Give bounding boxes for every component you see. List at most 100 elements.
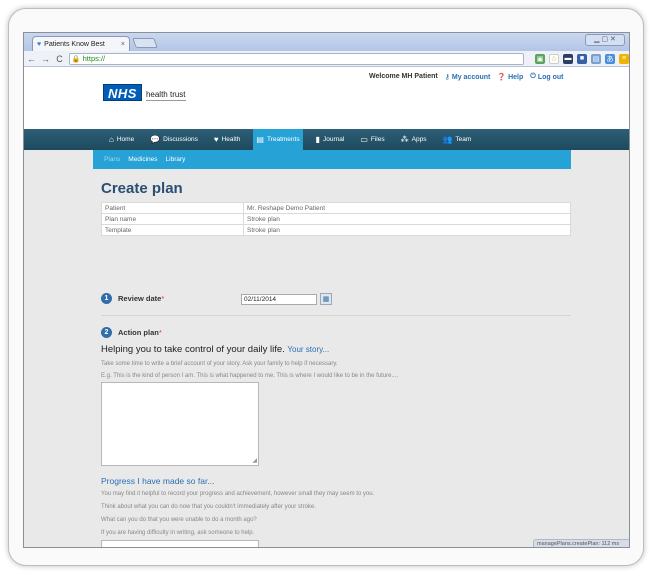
menu-wrench-icon[interactable]: ≡: [619, 53, 629, 64]
nav-label: Treatments: [266, 136, 300, 143]
help-heading-text: Helping you to take control of your dail…: [101, 344, 285, 355]
log-out-label: Log out: [537, 73, 564, 81]
your-story-textarea[interactable]: ◢: [101, 382, 259, 466]
tab-strip: ♥ Patients Know Best × ▁ ▢ ✕: [24, 33, 629, 51]
lock-icon: 🔒: [71, 55, 81, 63]
nav-discussions[interactable]: 💬 Discussions: [147, 129, 201, 150]
subnav-library[interactable]: Library: [166, 156, 186, 163]
chat-extension-icon[interactable]: ▬: [563, 53, 573, 64]
progress-heading[interactable]: Progress I have made so far...: [101, 476, 214, 486]
row-label: Template: [101, 224, 244, 236]
sub-nav: Plans Medicines Library: [93, 150, 571, 169]
nav-label: Health: [221, 136, 241, 143]
action-plan-step: 2 Action plan*: [101, 327, 162, 338]
nav-label: Files: [370, 136, 385, 143]
review-date-text: Review date: [118, 294, 162, 303]
nav-treatments[interactable]: ▤ Treatments: [253, 129, 303, 150]
main-nav: ⌂ Home 💬 Discussions ♥ Health ▤ Treatmen…: [24, 129, 629, 150]
help-icon: ❓: [497, 74, 507, 81]
nhs-logo-mark: NHS: [103, 84, 142, 101]
star-icon[interactable]: ☆: [549, 53, 559, 64]
row-value: Stroke plan: [243, 224, 571, 236]
extension-green-icon[interactable]: ▣: [535, 53, 545, 64]
section-divider: [101, 315, 571, 316]
nav-files[interactable]: ▭ Files: [357, 129, 387, 150]
help-link[interactable]: ❓ Help: [497, 73, 524, 82]
subnav-plans[interactable]: Plans: [104, 156, 120, 163]
logo-subtitle: health trust: [145, 84, 186, 101]
welcome-text: Welcome MH Patient: [369, 73, 438, 80]
browser-toolbar: ← → C 🔒 https:// ▣ ☆ ▬ ■ ▤ あ ≡: [24, 51, 629, 67]
nav-home[interactable]: ⌂ Home: [106, 129, 137, 150]
extension-icons: ▣ ☆ ▬ ■ ▤ あ ≡: [535, 53, 629, 64]
resize-handle-icon[interactable]: ◢: [252, 457, 257, 464]
apps-icon: ⁂: [400, 135, 409, 144]
row-label: Plan name: [101, 213, 244, 225]
story-instructions: Take some time to write a brief account …: [101, 361, 338, 367]
heart-icon: ♥: [213, 135, 219, 144]
progress-textarea[interactable]: [101, 540, 259, 547]
extension-blue-icon[interactable]: ■: [577, 53, 587, 64]
required-marker: *: [161, 294, 165, 303]
status-bar: managePlans.createPlan: 112 ms: [533, 539, 629, 547]
action-plan-text: Action plan: [118, 328, 159, 337]
step-number-badge: 1: [101, 293, 112, 304]
user-bar: Welcome MH Patient ⚷ My account ❓ Help ⏻…: [369, 73, 563, 81]
subnav-medicines[interactable]: Medicines: [128, 156, 157, 163]
progress-instructions: If you are having difficulty in writing,…: [101, 530, 255, 536]
nav-health[interactable]: ♥ Health: [211, 129, 244, 150]
review-date-input[interactable]: 02/11/2014: [241, 294, 317, 305]
folder-icon: ▭: [360, 135, 368, 144]
nav-label: Team: [455, 136, 472, 143]
extension-page-icon[interactable]: ▤: [591, 53, 601, 64]
progress-instructions: Think about what you can do now that you…: [101, 504, 316, 510]
back-icon[interactable]: ←: [27, 54, 36, 64]
power-icon: ⏻: [530, 73, 536, 80]
nav-label: Apps: [411, 136, 427, 143]
site-header: Welcome MH Patient ⚷ My account ❓ Help ⏻…: [24, 68, 629, 129]
browser-tab[interactable]: ♥ Patients Know Best ×: [32, 36, 130, 51]
reload-icon[interactable]: C: [55, 54, 64, 64]
close-tab-icon[interactable]: ×: [121, 41, 129, 48]
row-value: Mr. Reshape Demo Patient: [243, 202, 571, 214]
tab-title: Patients Know Best: [44, 40, 105, 48]
row-label: Patient: [101, 202, 244, 214]
translate-icon[interactable]: あ: [605, 53, 615, 64]
your-story-link[interactable]: Your story...: [287, 345, 329, 354]
web-page: Welcome MH Patient ⚷ My account ❓ Help ⏻…: [24, 68, 629, 547]
nav-team[interactable]: 👥 Team: [439, 129, 474, 150]
nhs-logo[interactable]: NHS health trust: [103, 84, 186, 101]
help-label: Help: [508, 73, 524, 81]
action-plan-label: Action plan*: [118, 328, 162, 337]
log-out-link[interactable]: ⏻ Log out: [530, 73, 563, 81]
team-icon: 👥: [442, 135, 453, 144]
nav-journal[interactable]: ▮ Journal: [313, 129, 348, 150]
required-marker: *: [158, 328, 162, 337]
new-tab-button[interactable]: [132, 38, 158, 48]
progress-instructions: You may find it helpful to record your p…: [101, 491, 375, 497]
forward-icon[interactable]: →: [41, 54, 50, 64]
nav-apps[interactable]: ⁂ Apps: [398, 129, 430, 150]
plan-info-table: Patient Mr. Reshape Demo Patient Plan na…: [101, 202, 571, 236]
key-icon: ⚷: [444, 74, 450, 81]
nav-label: Discussions: [163, 136, 198, 143]
table-row: Template Stroke plan: [101, 224, 571, 236]
calendar-icon[interactable]: ▦: [320, 293, 332, 305]
home-icon: ⌂: [109, 135, 114, 144]
row-value: Stroke plan: [243, 213, 571, 225]
journal-icon: ▮: [315, 135, 320, 144]
address-bar[interactable]: 🔒 https://: [68, 52, 524, 65]
clipboard-icon: ▤: [256, 135, 264, 144]
favicon-icon: ♥: [37, 40, 42, 48]
browser-window: ♥ Patients Know Best × ▁ ▢ ✕ ← → C 🔒 htt…: [23, 32, 630, 548]
nav-label: Home: [116, 136, 135, 143]
review-date-label: Review date*: [118, 294, 164, 303]
chat-icon: 💬: [150, 135, 161, 144]
table-row: Plan name Stroke plan: [101, 213, 571, 225]
window-controls[interactable]: ▁ ▢ ✕: [585, 34, 625, 46]
progress-instructions: What can you do that you were unable to …: [101, 517, 257, 523]
my-account-label: My account: [451, 73, 491, 81]
my-account-link[interactable]: ⚷ My account: [444, 73, 491, 82]
url-text: https://: [82, 54, 106, 63]
help-heading: Helping you to take control of your dail…: [101, 344, 329, 355]
